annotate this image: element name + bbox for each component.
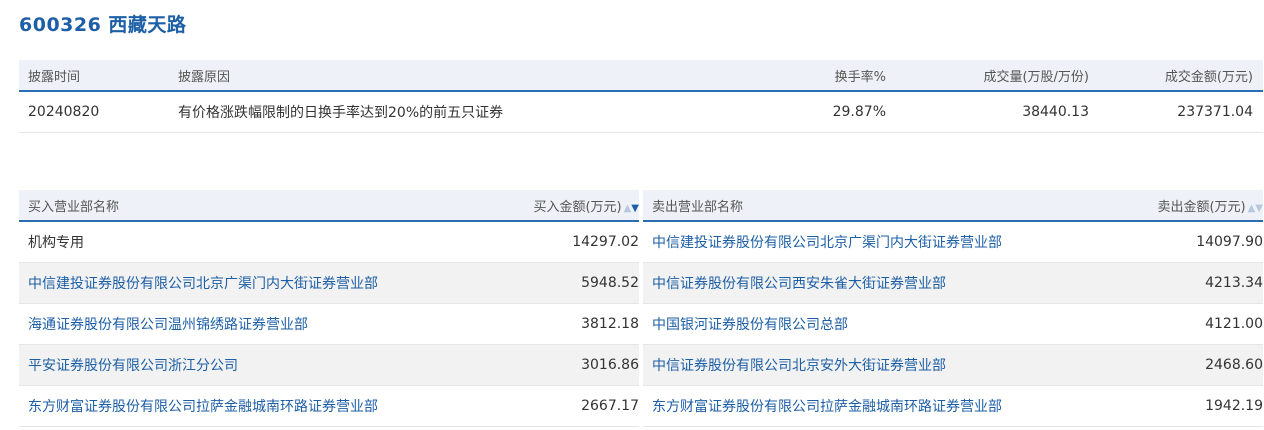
sell-row-amount: 2468.60 [1205, 357, 1263, 373]
disclosure-date: 20240820 [28, 104, 100, 120]
disclosure-turnover: 29.87% [832, 104, 886, 120]
buy-row-name-link[interactable]: 海通证券股份有限公司温州锦绣路证券营业部 [19, 314, 508, 334]
buy-row-amount: 14297.02 [572, 234, 639, 250]
sell-header-amount-label: 卖出金额(万元) [1157, 199, 1246, 215]
sort-icon[interactable]: ▲▼ [624, 203, 639, 214]
disclosure-volume: 38440.13 [1022, 104, 1089, 120]
header-amount: 成交金额(万元) [1164, 69, 1253, 85]
buy-row: 中信建投证券股份有限公司北京广渠门内大街证券营业部 5948.52 [19, 263, 639, 304]
sell-row: 中信证券股份有限公司北京安外大街证券营业部 2468.60 [643, 345, 1263, 386]
buy-row-name-link[interactable]: 平安证券股份有限公司浙江分公司 [19, 355, 508, 375]
disclosure-row: 20240820 有价格涨跌幅限制的日换手率达到20%的前五只证券 29.87%… [19, 92, 1263, 133]
disclosure-table: 披露时间 披露原因 换手率% 成交量(万股/万份) 成交金额(万元) 20240… [19, 60, 1263, 133]
buy-row-name-link[interactable]: 中信建投证券股份有限公司北京广渠门内大街证券营业部 [19, 273, 508, 293]
buy-row-amount: 2667.17 [581, 398, 639, 414]
sell-row-name-link[interactable]: 东方财富证券股份有限公司拉萨金融城南环路证券营业部 [643, 396, 1132, 416]
sell-row: 中国银河证券股份有限公司总部 4121.00 [643, 304, 1263, 345]
sell-row-amount: 4121.00 [1205, 316, 1263, 332]
sell-header: 卖出营业部名称 卖出金额(万元) ▲▼ [643, 190, 1263, 222]
header-date: 披露时间 [28, 69, 81, 85]
sell-row: 中信建投证券股份有限公司北京广渠门内大街证券营业部 14097.90 [643, 222, 1263, 263]
buy-header-amount[interactable]: 买入金额(万元) ▲▼ [508, 196, 639, 215]
sell-row-amount: 4213.34 [1205, 275, 1263, 291]
sell-row-amount: 14097.90 [1196, 234, 1263, 250]
sell-row: 东方财富证券股份有限公司拉萨金融城南环路证券营业部 1942.19 [643, 386, 1263, 427]
sell-row-name-link[interactable]: 中国银河证券股份有限公司总部 [643, 314, 1132, 334]
buy-row-amount: 3016.86 [581, 357, 639, 373]
buy-row: 东方财富证券股份有限公司拉萨金融城南环路证券营业部 2667.17 [19, 386, 639, 427]
disclosure-amount: 237371.04 [1177, 104, 1253, 120]
disclosure-reason: 有价格涨跌幅限制的日换手率达到20%的前五只证券 [178, 105, 504, 121]
sell-table: 卖出营业部名称 卖出金额(万元) ▲▼ 中信建投证券股份有限公司北京广渠门内大街证… [643, 190, 1263, 427]
header-volume: 成交量(万股/万份) [983, 69, 1089, 85]
buy-header-amount-label: 买入金额(万元) [533, 199, 622, 215]
sell-row-amount: 1942.19 [1205, 398, 1263, 414]
sell-row-name-link[interactable]: 中信建投证券股份有限公司北京广渠门内大街证券营业部 [643, 232, 1132, 252]
buy-row: 海通证券股份有限公司温州锦绣路证券营业部 3812.18 [19, 304, 639, 345]
buy-row-name-link[interactable]: 东方财富证券股份有限公司拉萨金融城南环路证券营业部 [19, 396, 508, 416]
page-title: 600326 西藏天路 [19, 14, 187, 36]
header-reason: 披露原因 [178, 69, 231, 85]
buy-row: 平安证券股份有限公司浙江分公司 3016.86 [19, 345, 639, 386]
sort-icon[interactable]: ▲▼ [1248, 203, 1263, 214]
buy-table: 买入营业部名称 买入金额(万元) ▲▼ 机构专用 14297.02 中信建投证券股… [19, 190, 639, 427]
disclosure-header: 披露时间 披露原因 换手率% 成交量(万股/万份) 成交金额(万元) [19, 60, 1263, 92]
buy-row-amount: 3812.18 [581, 316, 639, 332]
sell-row-name-link[interactable]: 中信证券股份有限公司西安朱雀大街证券营业部 [643, 273, 1132, 293]
buy-row-name: 机构专用 [28, 235, 84, 251]
sell-row: 中信证券股份有限公司西安朱雀大街证券营业部 4213.34 [643, 263, 1263, 304]
sell-row-name-link[interactable]: 中信证券股份有限公司北京安外大街证券营业部 [643, 355, 1132, 375]
buy-row: 机构专用 14297.02 [19, 222, 639, 263]
buy-header-name: 买入营业部名称 [28, 199, 120, 215]
buy-header: 买入营业部名称 买入金额(万元) ▲▼ [19, 190, 639, 222]
buy-row-amount: 5948.52 [581, 275, 639, 291]
header-turnover: 换手率% [834, 69, 886, 85]
sell-header-name: 卖出营业部名称 [652, 199, 744, 215]
sell-header-amount[interactable]: 卖出金额(万元) ▲▼ [1132, 196, 1263, 215]
